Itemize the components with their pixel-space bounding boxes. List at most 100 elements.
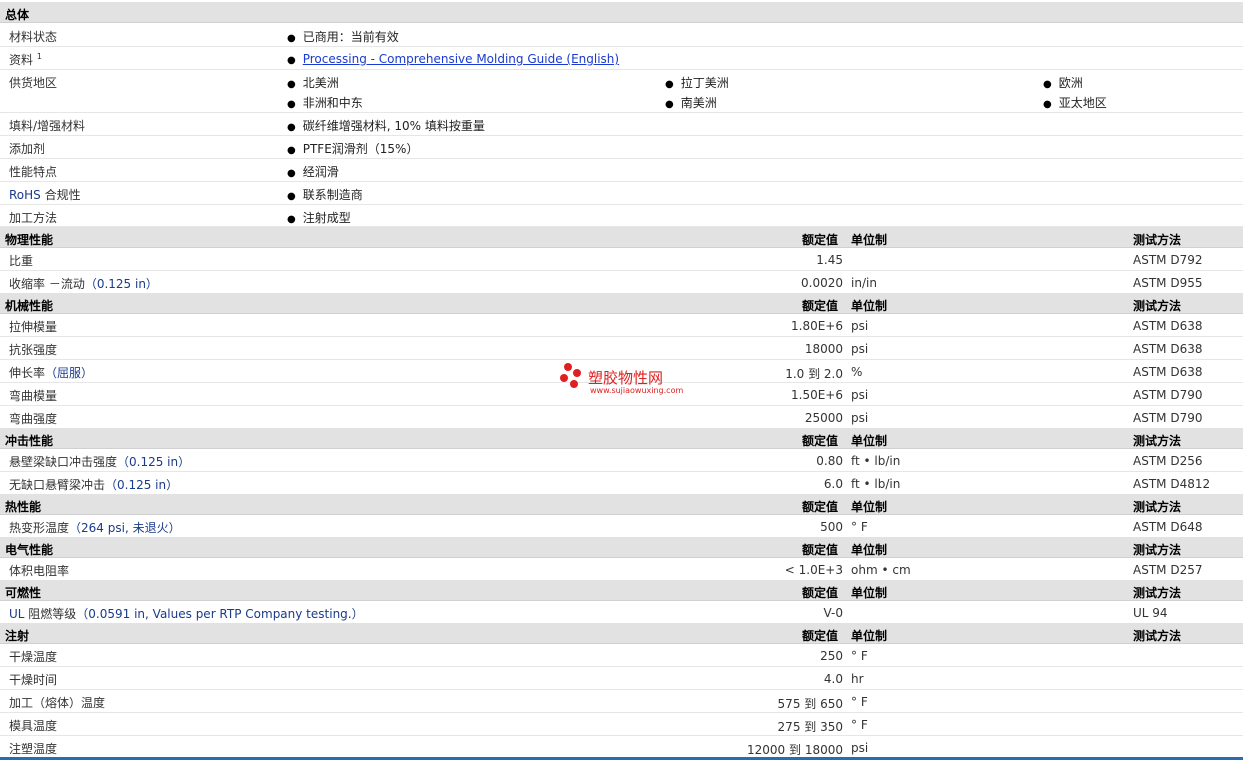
property-unit: psi: [851, 342, 869, 356]
header-unit: 单位制: [851, 299, 888, 313]
header-method: 测试方法: [1133, 543, 1182, 557]
property-value: 0.80: [816, 454, 843, 468]
header-method: 测试方法: [1133, 586, 1182, 600]
label-text: 无缺口悬臂梁冲击: [9, 478, 106, 492]
property-value: 0.0020: [801, 276, 843, 290]
label-prefix: UL: [9, 607, 25, 621]
label-text: 拉伸模量: [9, 320, 58, 334]
logo-dots-icon: [560, 363, 586, 393]
section-header-electrical: 电气性能 额定值 单位制 测试方法: [0, 537, 1243, 558]
section-title: 注射: [5, 629, 30, 643]
property-unit: psi: [851, 388, 869, 402]
property-value: 18000: [804, 342, 843, 356]
header-unit: 单位制: [851, 500, 888, 514]
label-text: 比重: [9, 254, 34, 268]
row-label: 加工方法: [9, 211, 58, 225]
property-row: 干燥时间 4.0 hr: [0, 667, 1243, 690]
property-label: UL 阻燃等级（0.0591 in, Values per RTP Compan…: [9, 605, 364, 622]
section-header-flammability: 可燃性 额定值 单位制 测试方法: [0, 580, 1243, 601]
header-value: 额定值: [802, 500, 839, 514]
property-unit: ° F: [851, 649, 868, 663]
label-condition: （0.125 in）: [105, 478, 179, 492]
label-text: 注塑温度: [9, 742, 58, 756]
label-text: 模具温度: [9, 719, 58, 733]
section-header-physical: 物理性能 额定值 单位制 测试方法: [0, 227, 1243, 248]
region-item: 南美洲: [665, 94, 717, 111]
property-label: 干燥温度: [9, 648, 57, 665]
property-value: 250: [820, 649, 843, 663]
label-condition: （0.125 in）: [117, 455, 191, 469]
property-value: 4.0: [823, 672, 843, 686]
section-header-injection: 注射 额定值 单位制 测试方法: [0, 623, 1243, 644]
header-method: 测试方法: [1133, 299, 1182, 313]
property-value: 25000: [804, 411, 843, 425]
property-value: 12000 到 18000: [747, 743, 843, 757]
processing-guide-link[interactable]: Processing - Comprehensive Molding Guide…: [303, 52, 619, 66]
property-label: 干燥时间: [9, 671, 57, 688]
header-unit: 单位制: [851, 543, 888, 557]
label-text: 弯曲强度: [9, 412, 58, 426]
section-header-thermal: 热性能 额定值 单位制 测试方法: [0, 494, 1243, 515]
row-documents: 资料 1 Processing - Comprehensive Molding …: [0, 47, 1243, 70]
test-method: ASTM D257: [1133, 563, 1203, 577]
property-label: 比重: [9, 252, 33, 269]
property-row: 悬壁梁缺口冲击强度（0.125 in） 0.80 ft • lb/in ASTM D2…: [0, 449, 1243, 472]
label-condition: （屈服）: [45, 366, 94, 380]
row-features: 性能特点 经润滑: [0, 159, 1243, 182]
row-label: 材料状态: [9, 30, 58, 44]
label-text: 干燥时间: [9, 673, 58, 687]
property-value: 1.80E+6: [791, 319, 843, 333]
property-row: 收缩率 －流动（0.125 in） 0.0020 in/in ASTM D955: [0, 271, 1243, 294]
header-method: 测试方法: [1133, 434, 1182, 448]
bullet-value: 联系制造商: [287, 186, 363, 203]
row-label: 填料/增强材料: [9, 119, 86, 133]
label-text: 阻燃等级: [24, 607, 77, 621]
property-label: 注塑温度: [9, 740, 57, 757]
property-row: 抗张强度 18000 psi ASTM D638: [0, 337, 1243, 360]
row-additive: 添加剂 PTFE润滑剂（15%）: [0, 136, 1243, 159]
section-header-impact: 冲击性能 额定值 单位制 测试方法: [0, 428, 1243, 449]
label-text: 收缩率 －流动: [9, 277, 85, 291]
property-row: 注塑温度 12000 到 18000 psi: [0, 736, 1243, 759]
row-label: 供货地区: [9, 76, 58, 90]
property-unit: ° F: [851, 718, 868, 732]
property-row: 体积电阻率 < 1.0E+3 ohm • cm ASTM D257: [0, 558, 1243, 581]
property-row: 干燥温度 250 ° F: [0, 644, 1243, 667]
row-label: RoHS 合规性: [9, 188, 81, 202]
property-row: 弯曲强度 25000 psi ASTM D790: [0, 406, 1243, 429]
section-title: 物理性能: [5, 233, 54, 247]
region-item: 亚太地区: [1043, 94, 1107, 111]
row-rohs: RoHS 合规性 联系制造商: [0, 182, 1243, 205]
property-label: 热变形温度（264 psi, 未退火）: [9, 519, 181, 536]
property-label: 收缩率 －流动（0.125 in）: [9, 275, 158, 292]
property-label: 模具温度: [9, 717, 57, 734]
property-unit: ohm • cm: [851, 563, 911, 577]
test-method: ASTM D638: [1133, 319, 1203, 333]
test-method: ASTM D638: [1133, 365, 1203, 379]
header-value: 额定值: [802, 586, 839, 600]
property-value: 275 到 350: [777, 720, 843, 734]
region-item: 北美洲: [287, 74, 339, 91]
property-unit: psi: [851, 411, 869, 425]
section-header-general: 总体: [0, 2, 1243, 23]
test-method: ASTM D792: [1133, 253, 1203, 267]
property-label: 伸长率（屈服）: [9, 364, 93, 381]
property-row: 加工（熔体）温度 575 到 650 ° F: [0, 690, 1243, 713]
header-unit: 单位制: [851, 233, 888, 247]
label-text: 干燥温度: [9, 650, 58, 664]
region-item: 欧洲: [1043, 74, 1083, 91]
label-text: 悬壁梁缺口冲击强度: [9, 455, 118, 469]
property-unit: ft • lb/in: [851, 454, 901, 468]
property-value: 1.45: [816, 253, 843, 267]
watermark-url: www.sujiaowuxing.com: [590, 386, 684, 395]
label-condition: （0.0591 in, Values per RTP Company testi…: [76, 607, 364, 621]
property-label: 弯曲模量: [9, 387, 57, 404]
header-unit: 单位制: [851, 434, 888, 448]
header-value: 额定值: [802, 543, 839, 557]
label-text: 体积电阻率: [9, 564, 70, 578]
header-value: 额定值: [802, 629, 839, 643]
header-value: 额定值: [802, 299, 839, 313]
property-label: 弯曲强度: [9, 410, 57, 427]
property-unit: psi: [851, 319, 869, 333]
test-method: ASTM D790: [1133, 388, 1203, 402]
